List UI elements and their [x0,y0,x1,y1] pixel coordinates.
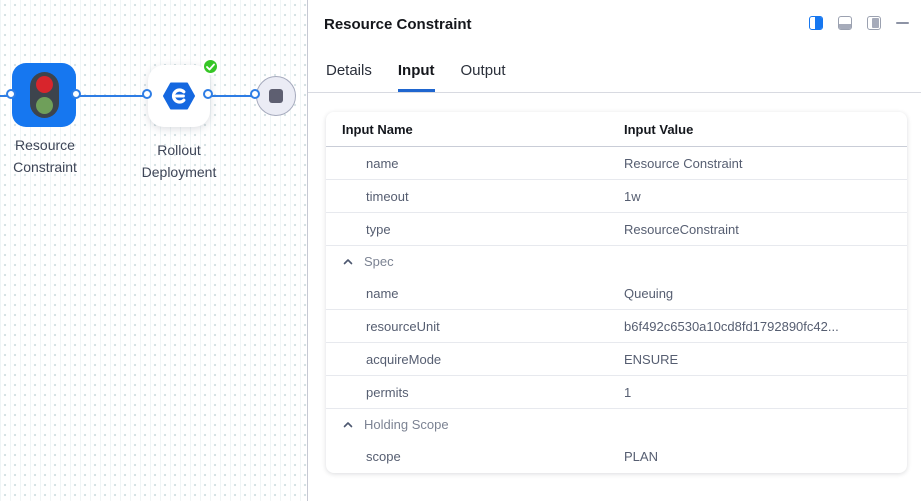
table-row: name Queuing [326,277,907,310]
node-end[interactable] [256,76,296,116]
node-resource-constraint[interactable] [12,63,76,127]
node-label-resource-constraint: Resource Constraint [0,134,93,178]
port-node1-in[interactable] [6,89,16,99]
detail-panel: Resource Constraint Details Input Output… [307,0,921,501]
workflow-canvas[interactable]: Resource Constraint Rollout Deployment [0,0,307,501]
minimize-icon[interactable] [896,22,909,24]
traffic-red-light [36,76,53,93]
success-check-icon [202,58,219,75]
stop-square-icon [269,89,283,103]
table-header-row: Input Name Input Value [326,112,907,147]
panel-header: Resource Constraint [308,0,921,48]
table-row: permits 1 [326,376,907,409]
tab-output[interactable]: Output [461,62,506,92]
group-row-holding-scope[interactable]: Holding Scope [326,409,907,440]
column-header-input-value: Input Value [624,122,891,137]
node-label-rollout-deployment: Rollout Deployment [131,139,227,183]
chevron-up-icon[interactable] [342,419,354,431]
table-row: timeout 1w [326,180,907,213]
edge-node1-node2 [77,95,149,97]
table-row: type ResourceConstraint [326,213,907,246]
panel-controls [809,16,909,30]
port-end-in[interactable] [250,89,260,99]
input-table-card: Input Name Input Value name Resource Con… [326,112,907,473]
table-row: resourceUnit b6f492c6530a10cd8fd1792890f… [326,310,907,343]
dock-bottom-icon[interactable] [838,16,852,30]
traffic-light-icon [30,72,59,118]
panel-title: Resource Constraint [324,16,472,33]
chevron-up-icon[interactable] [342,256,354,268]
traffic-green-light [36,97,53,114]
group-row-spec[interactable]: Spec [326,246,907,277]
tab-input[interactable]: Input [398,62,435,92]
table-row: name Resource Constraint [326,147,907,180]
dock-right-icon[interactable] [809,16,823,30]
port-node2-out[interactable] [203,89,213,99]
column-header-input-name: Input Name [342,122,624,137]
port-node1-out[interactable] [71,89,81,99]
table-row: scope PLAN [326,440,907,473]
node-rollout-deployment[interactable] [148,65,210,127]
port-node2-in[interactable] [142,89,152,99]
table-row: acquireMode ENSURE [326,343,907,376]
tab-bar: Details Input Output [308,48,921,93]
dock-float-icon[interactable] [867,16,881,30]
tab-details[interactable]: Details [326,62,372,92]
rollout-hexagon-icon [163,82,195,110]
